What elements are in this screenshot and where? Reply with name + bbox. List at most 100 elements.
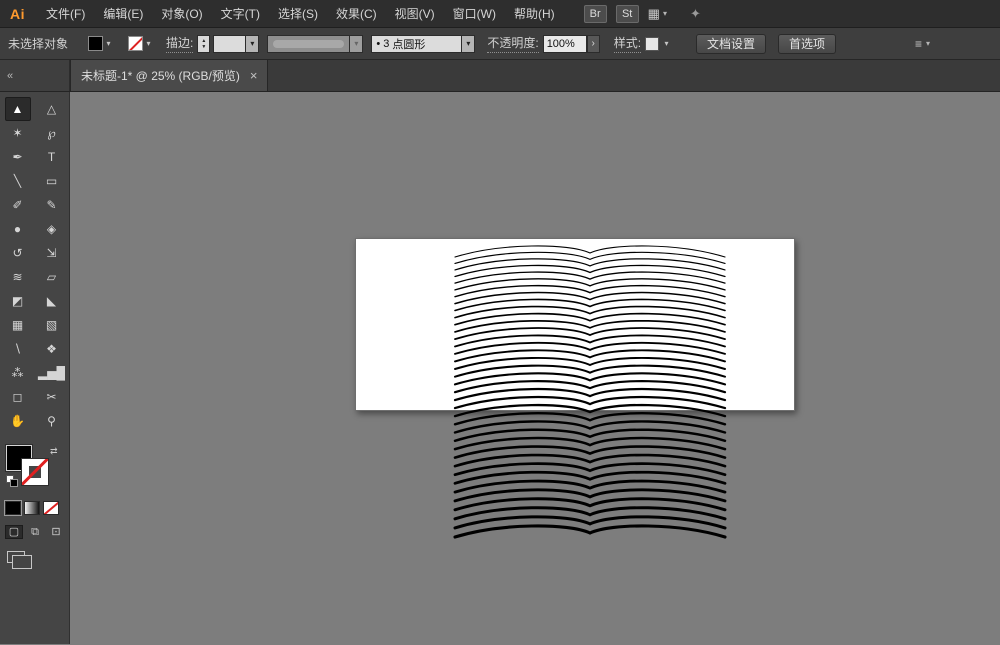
tool-rotate[interactable]: ↺ (5, 241, 31, 265)
tool-blend[interactable]: ❖ (39, 337, 65, 361)
chevron-down-icon[interactable]: ▾ (245, 36, 258, 52)
menu-item-view[interactable]: 视图(V) (386, 0, 444, 28)
stroke-color-indicator[interactable] (22, 459, 48, 485)
gradient-button[interactable] (24, 501, 40, 515)
tool-magic-wand[interactable]: ✶ (5, 121, 31, 145)
tool-gradient[interactable]: ▧ (39, 313, 65, 337)
illustrator-logo-icon: Ai (10, 6, 25, 22)
tool-column-graph[interactable]: ▂▅█ (39, 361, 65, 385)
control-panel: 未选择对象 ▾ ▾ 描边: ▲ ▼ ▾ ▾ • 3 点圆形 (0, 28, 1000, 60)
chevron-down-icon[interactable]: ▾ (461, 36, 474, 52)
stroke-weight-label[interactable]: 描边: (166, 34, 193, 53)
menu-item-edit[interactable]: 编辑(E) (94, 0, 152, 28)
menu-item-file[interactable]: 文件(F) (37, 0, 94, 28)
chevron-down-icon[interactable]: ▾ (661, 35, 672, 52)
tool-perspective-grid[interactable]: ◣ (39, 289, 65, 313)
menu-bar-right-controls: Br St ▦ ▾ ✦ (584, 5, 701, 23)
color-mode-row (5, 501, 59, 515)
preferences-button[interactable]: 首选项 (778, 34, 836, 54)
brush-definition-select[interactable]: • 3 点圆形 ▾ (371, 35, 475, 53)
style-select[interactable]: ▾ (643, 35, 672, 52)
tool-free-transform[interactable]: ▱ (39, 265, 65, 289)
menu-item-select[interactable]: 选择(S) (269, 0, 327, 28)
blend-artwork[interactable] (70, 92, 999, 644)
tool-zoom[interactable]: ⚲ (39, 409, 65, 433)
menu-item-object[interactable]: 对象(O) (152, 0, 211, 28)
menu-item-effect[interactable]: 效果(C) (327, 0, 386, 28)
fill-color-swatch[interactable] (88, 36, 103, 51)
collapse-panel-icon: « (7, 70, 13, 82)
tool-eraser[interactable]: ◈ (39, 217, 65, 241)
tool-line-segment[interactable]: ╲ (5, 169, 31, 193)
tool-slice[interactable]: ✂ (39, 385, 65, 409)
tool-pencil[interactable]: ✎ (39, 193, 65, 217)
bridge-button[interactable]: Br (584, 5, 607, 23)
default-stroke-mini (10, 479, 18, 487)
style-swatch[interactable] (645, 37, 659, 51)
brush-name-label: 点圆形 (392, 36, 425, 52)
screen-mode-icon[interactable] (7, 551, 25, 563)
tool-selection[interactable]: ▲ (5, 97, 31, 121)
tool-scale[interactable]: ⇲ (39, 241, 65, 265)
tool-direct-selection[interactable]: △ (39, 97, 65, 121)
arrange-documents-icon: ▦ (648, 7, 660, 20)
canvas-area[interactable] (70, 92, 1000, 644)
default-fill-stroke-icon[interactable] (6, 475, 20, 489)
none-button[interactable] (43, 501, 59, 515)
stroke-none-swatch[interactable] (128, 36, 143, 51)
arrange-documents-button[interactable]: ▦ ▾ (648, 7, 667, 20)
control-panel-menu-button[interactable]: ≡ ▾ (915, 37, 930, 51)
stroke-weight-stepper[interactable]: ▲ ▼ (197, 35, 210, 53)
tools-panel: ▲ △ ✶ ℘ ✒ T ╲ ▭ ✐ ✎ ● ◈ ↺ ⇲ ≋ ▱ ◩ ◣ ▦ ▧ ∖ ❖ ⁂ ▂▅█ ◻ ✂ ✋ ⚲ ⇄ ▢ ⧉ ⊡ (0, 92, 70, 644)
screen-mode-row (7, 551, 25, 563)
tool-width[interactable]: ≋ (5, 265, 31, 289)
draw-inside-icon[interactable]: ⊡ (47, 525, 65, 539)
stepper-down-icon[interactable]: ▼ (201, 44, 206, 50)
tool-symbol-sprayer[interactable]: ⁂ (5, 361, 31, 385)
document-tab[interactable]: 未标题-1* @ 25% (RGB/预览) × (70, 60, 268, 91)
tool-type[interactable]: T (39, 145, 65, 169)
chevron-down-icon[interactable]: ▾ (103, 35, 114, 52)
tool-artboard[interactable]: ◻ (5, 385, 31, 409)
draw-behind-icon[interactable]: ⧉ (26, 525, 44, 539)
menu-item-window[interactable]: 窗口(W) (444, 0, 505, 28)
stroke-weight-select[interactable]: ▾ (213, 35, 259, 53)
tool-paintbrush[interactable]: ✐ (5, 193, 31, 217)
drawing-mode-row: ▢ ⧉ ⊡ (5, 525, 65, 539)
chevron-down-icon: ▾ (663, 10, 667, 18)
main-area: ▲ △ ✶ ℘ ✒ T ╲ ▭ ✐ ✎ ● ◈ ↺ ⇲ ≋ ▱ ◩ ◣ ▦ ▧ ∖ ❖ ⁂ ▂▅█ ◻ ✂ ✋ ⚲ ⇄ ▢ ⧉ ⊡ (0, 92, 1000, 644)
draw-normal-icon[interactable]: ▢ (5, 525, 23, 539)
menu-bar: Ai 文件(F) 编辑(E) 对象(O) 文字(T) 选择(S) 效果(C) 视… (0, 0, 1000, 28)
tool-pen[interactable]: ✒ (5, 145, 31, 169)
chevron-down-icon: ▾ (349, 36, 362, 52)
tool-blob-brush[interactable]: ● (5, 217, 31, 241)
tool-rectangle[interactable]: ▭ (39, 169, 65, 193)
menu-item-help[interactable]: 帮助(H) (505, 0, 564, 28)
fill-color-control[interactable]: ▾ (88, 35, 114, 52)
opacity-input[interactable] (543, 35, 587, 53)
selection-status-label: 未选择对象 (8, 35, 74, 52)
style-label[interactable]: 样式: (614, 34, 641, 53)
tool-eyedropper[interactable]: ∖ (5, 337, 31, 361)
menu-item-type[interactable]: 文字(T) (212, 0, 269, 28)
document-tab-bar: « 未标题-1* @ 25% (RGB/预览) × (0, 60, 1000, 92)
tool-lasso[interactable]: ℘ (39, 121, 65, 145)
illustrator-window: Ai 文件(F) 编辑(E) 对象(O) 文字(T) 选择(S) 效果(C) 视… (0, 0, 1000, 645)
close-tab-icon[interactable]: × (250, 69, 258, 82)
stroke-color-control[interactable]: ▾ (128, 35, 154, 52)
opacity-label[interactable]: 不透明度: (487, 34, 538, 53)
tool-shape-builder[interactable]: ◩ (5, 289, 31, 313)
color-button[interactable] (5, 501, 21, 515)
tool-mesh[interactable]: ▦ (5, 313, 31, 337)
tools-panel-collapse-button[interactable]: « (0, 60, 70, 91)
cs-live-icon[interactable]: ✦ (690, 6, 701, 22)
document-setup-button[interactable]: 文档设置 (696, 34, 766, 54)
chevron-down-icon: ▾ (926, 40, 930, 48)
opacity-flyout-button[interactable]: › (587, 35, 600, 53)
panel-menu-icon: ≡ (915, 37, 922, 51)
tool-hand[interactable]: ✋ (5, 409, 31, 433)
swap-fill-stroke-icon[interactable]: ⇄ (50, 446, 58, 457)
brush-size-value: 3 (383, 38, 389, 50)
chevron-down-icon[interactable]: ▾ (143, 35, 154, 52)
stock-button[interactable]: St (616, 5, 639, 23)
